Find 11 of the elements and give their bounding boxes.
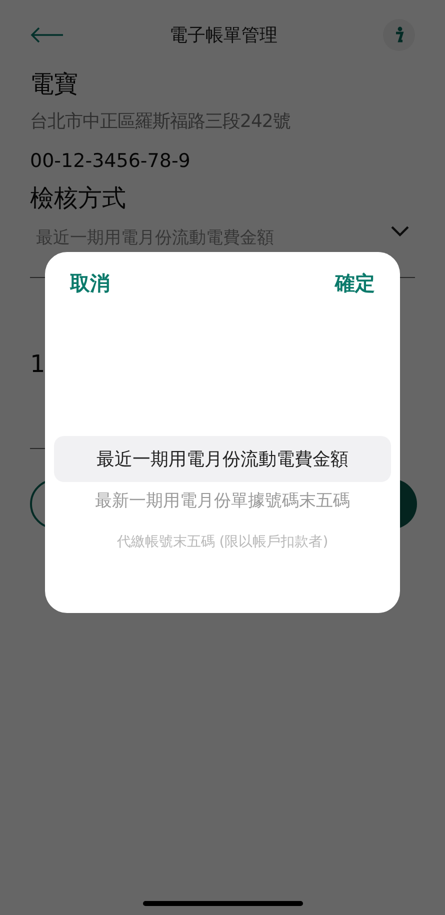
picker-option[interactable]: 最新一期用電月份單據號碼末五碼 bbox=[54, 482, 391, 522]
page-title: 電子帳單管理 bbox=[170, 24, 278, 48]
account-name: 電寶 bbox=[30, 69, 79, 100]
chevron-down-icon bbox=[391, 226, 409, 236]
picker-option[interactable]: 最近一期用電月份流動電費金額 bbox=[54, 436, 391, 482]
info-button[interactable] bbox=[383, 19, 415, 51]
account-number: 00-12-3456-78-9 bbox=[30, 149, 192, 174]
section-heading: 檢核方式 bbox=[30, 182, 127, 214]
info-icon bbox=[393, 26, 405, 44]
amount-value: 1 bbox=[30, 349, 46, 380]
back-arrow-icon[interactable] bbox=[30, 27, 64, 43]
